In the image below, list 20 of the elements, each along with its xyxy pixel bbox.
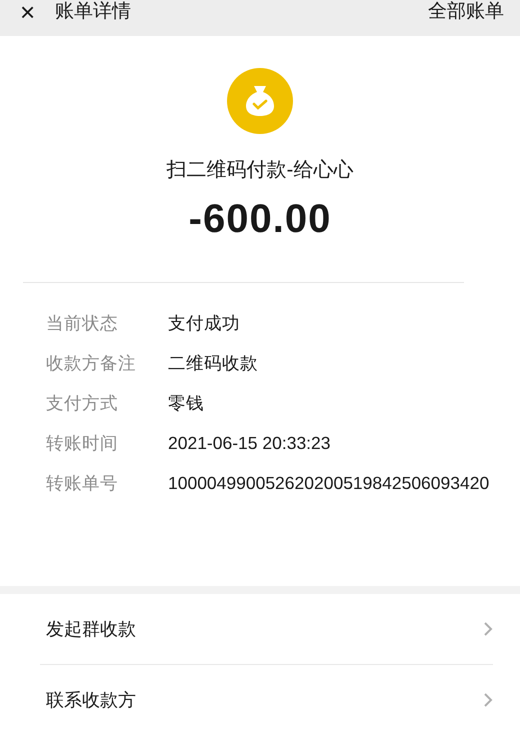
close-button[interactable]: ×: [20, 0, 36, 24]
detail-value: 2021-06-15 20:33:23: [168, 432, 332, 455]
money-bag-icon: [227, 68, 293, 134]
all-bills-link[interactable]: 全部账单: [428, 0, 504, 24]
detail-label: 收款方备注: [46, 352, 137, 375]
detail-label: 当前状态: [46, 312, 119, 335]
detail-value: 零钱: [168, 392, 205, 415]
payment-title: 扫二维码付款-给心心: [166, 158, 354, 183]
menu-item[interactable]: 发起群收款: [40, 594, 493, 664]
detail-label: 转账时间: [46, 432, 119, 455]
detail-label: 转账单号: [46, 472, 119, 495]
chevron-icon: [483, 621, 493, 637]
amount: -600.00: [188, 197, 332, 242]
detail-value: 支付成功: [168, 312, 241, 335]
detail-value: 100004990052620200519842506093420: [168, 472, 490, 495]
detail-label: 支付方式: [46, 392, 119, 415]
chevron-icon: [483, 692, 493, 708]
menu-item[interactable]: 联系收款方: [40, 665, 493, 730]
detail-value: 二维码收款: [168, 352, 259, 375]
page-title: 账单详情: [55, 0, 132, 24]
